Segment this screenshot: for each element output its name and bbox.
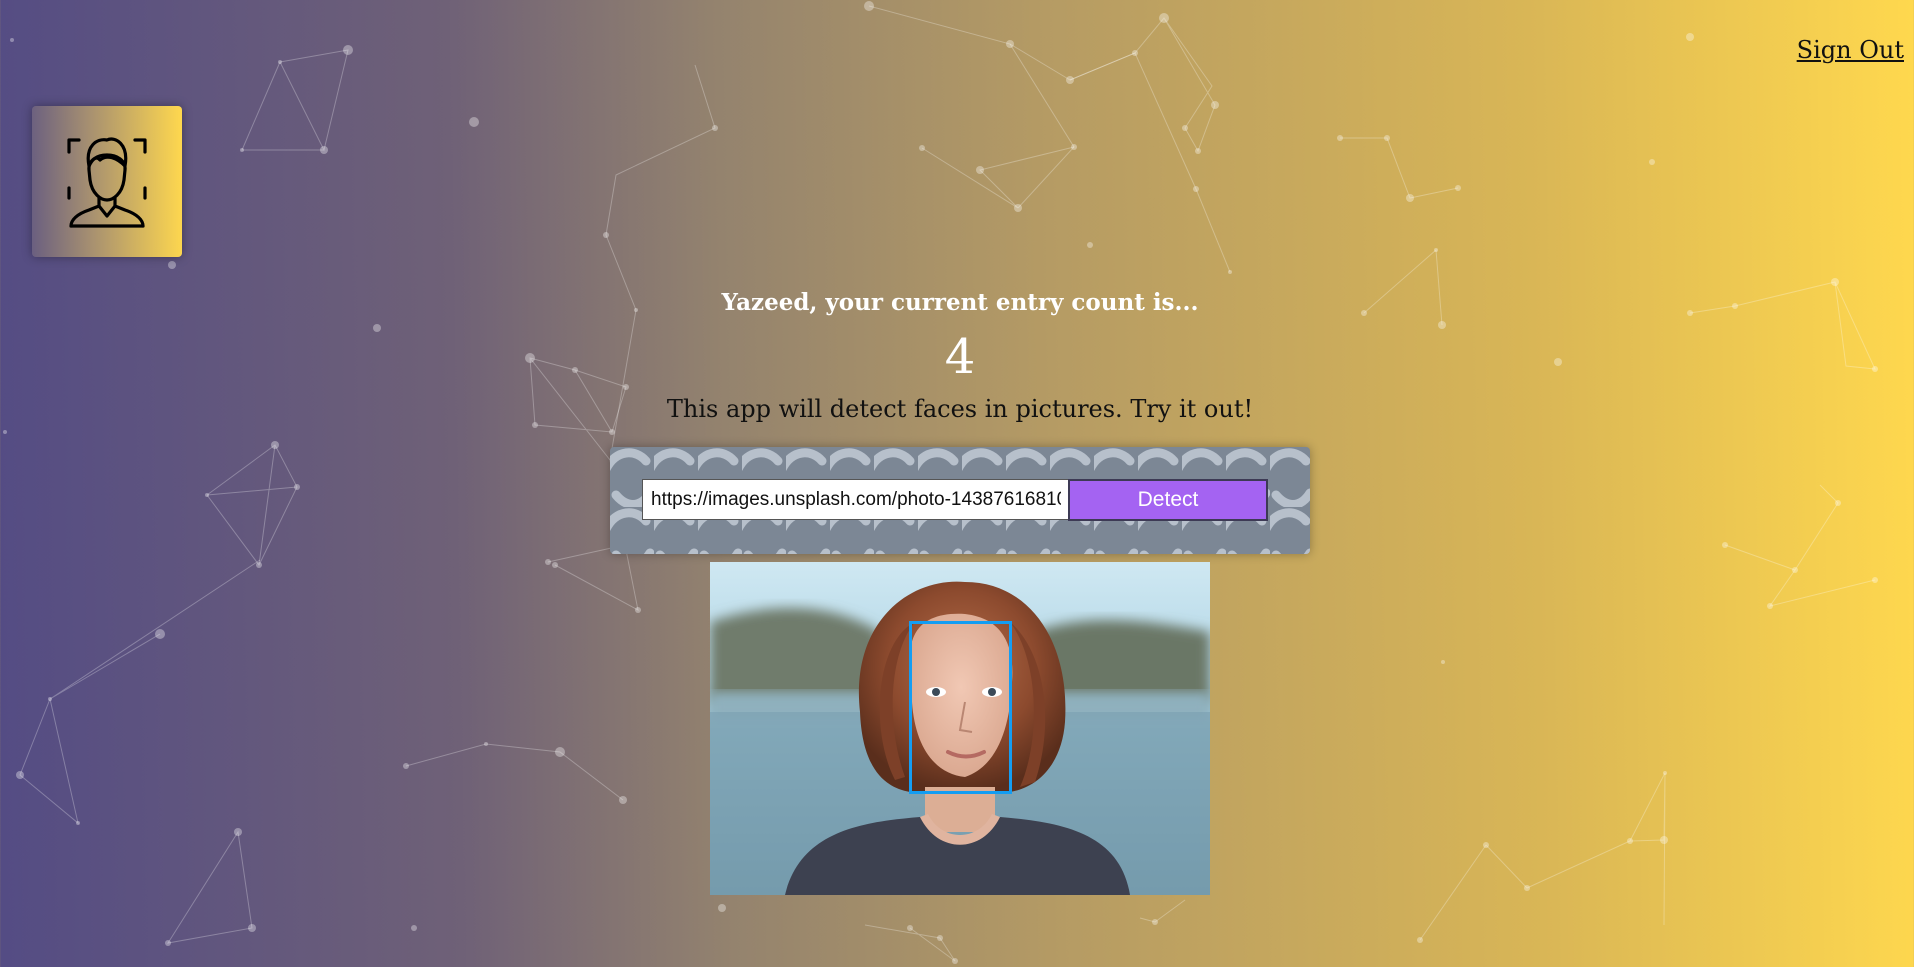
sign-out-link[interactable]: Sign Out [1797, 36, 1904, 64]
image-url-input[interactable] [642, 479, 1070, 520]
entry-count-message: Yazeed, your current entry count is... [721, 289, 1199, 316]
face-recognition-result [710, 562, 1210, 895]
image-link-form: Detect [610, 447, 1310, 554]
face-recognition-icon [67, 136, 147, 228]
form-controls: Detect [642, 479, 1268, 521]
rank-section: Yazeed, your current entry count is... 4 [0, 286, 1914, 392]
entry-count-value: 4 [944, 329, 976, 385]
detect-button[interactable]: Detect [1068, 479, 1268, 521]
logo [32, 106, 182, 257]
intro-text: This app will detect faces in pictures. … [666, 395, 1254, 423]
face-bounding-box [909, 621, 1012, 794]
